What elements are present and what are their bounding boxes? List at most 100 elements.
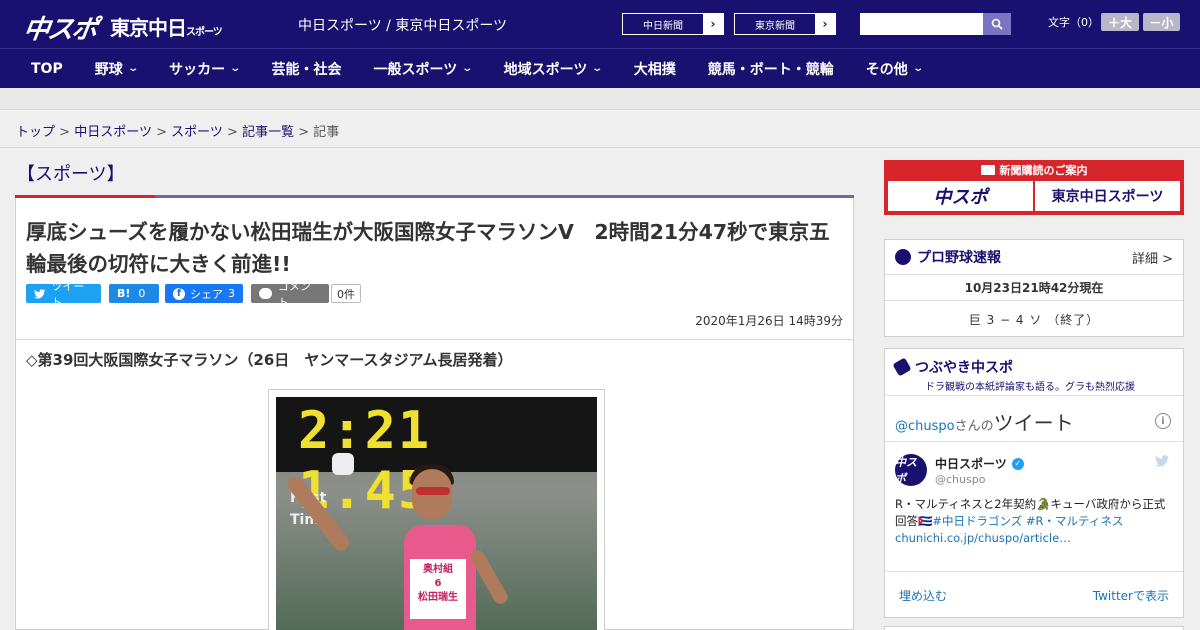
article-divider bbox=[16, 339, 853, 340]
article-lead: ◇第39回大阪国際女子マラソン（26日 ヤンマースタジアム長居発着） bbox=[26, 351, 513, 369]
nav-racing[interactable]: 競馬・ボート・競輪 bbox=[692, 49, 850, 89]
font-smaller-button[interactable]: －小 bbox=[1143, 13, 1180, 31]
bib-line: 奥村組 bbox=[423, 564, 453, 575]
facebook-share-button[interactable]: f シェア 3 bbox=[165, 284, 243, 303]
chunichi-shimbun-link[interactable]: 中日新聞 › bbox=[622, 13, 724, 35]
view-on-twitter-link[interactable]: Twitterで表示 bbox=[1093, 587, 1169, 604]
tokyo-logo-text: 東京中日 bbox=[110, 16, 187, 40]
tweet-label: ツイート bbox=[51, 279, 85, 309]
nav-baseball[interactable]: 野球 ⌄ bbox=[79, 49, 153, 89]
sub-bar bbox=[0, 88, 1200, 110]
nav-entertainment[interactable]: 芸能・社会 bbox=[256, 49, 358, 89]
tokyo-logo-small: スポーツ bbox=[186, 27, 223, 38]
verified-icon: ✓ bbox=[1011, 457, 1024, 470]
avatar[interactable]: 中スポ bbox=[895, 454, 927, 486]
tweet-link[interactable]: chunichi.co.jp/chuspo/article… bbox=[895, 531, 1071, 545]
comment-count: 0件 bbox=[331, 284, 361, 303]
baseball-score[interactable]: 巨 3 − 4 ソ （終了） bbox=[885, 301, 1183, 337]
chevron-down-icon: ⌄ bbox=[591, 63, 604, 74]
baseball-detail-link[interactable]: 詳細 > bbox=[1132, 248, 1173, 267]
section-title: 【スポーツ】 bbox=[17, 164, 125, 185]
hatena-icon: B! bbox=[117, 287, 131, 300]
nav-label: 野球 bbox=[94, 61, 123, 78]
ad-chuspo-logo[interactable]: 中スポ bbox=[888, 181, 1033, 211]
nav-label: 一般スポーツ bbox=[373, 61, 458, 78]
tweet-hashtags[interactable]: #中日ドラゴンズ #R・マルティネス bbox=[932, 514, 1123, 528]
comment-button[interactable]: コメント bbox=[251, 280, 329, 309]
runner-sunglasses bbox=[416, 487, 450, 495]
divider bbox=[885, 441, 1183, 442]
timeline-header: @chuspoさんのツイート bbox=[895, 407, 1074, 436]
breadcrumb-sep: > bbox=[227, 125, 238, 140]
font-size-label: 文字（0） bbox=[1048, 16, 1099, 29]
subscription-ad[interactable]: 新聞購読のご案内 中スポ 東京中日スポーツ bbox=[884, 160, 1184, 215]
nav-sumo[interactable]: 大相撲 bbox=[618, 49, 692, 89]
bib-line: 松田瑞生 bbox=[418, 592, 458, 603]
baseball-icon bbox=[895, 249, 911, 265]
twitter-icon bbox=[34, 288, 46, 298]
tweet-author-name-text: 中日スポーツ bbox=[935, 457, 1007, 471]
nav-top[interactable]: TOP bbox=[0, 49, 79, 89]
article-photo[interactable]: 2:21 1.45 FirstTime 奥村組 6 松田瑞生 bbox=[276, 397, 597, 630]
ext-link-label: 中日新聞 bbox=[643, 20, 683, 32]
comment-bubble-icon bbox=[259, 288, 272, 299]
breadcrumb-divider bbox=[0, 147, 1200, 148]
ad-tokyo-logo[interactable]: 東京中日スポーツ bbox=[1035, 181, 1180, 211]
ad-title-text: 新聞購読のご案内 bbox=[999, 163, 1088, 177]
nav-other[interactable]: その他 ⌄ bbox=[850, 49, 938, 89]
search-icon bbox=[991, 18, 1003, 30]
tokyo-shimbun-link[interactable]: 東京新聞 › bbox=[734, 13, 836, 35]
font-larger-button[interactable]: ＋大 bbox=[1101, 13, 1139, 31]
article-card: 厚底シューズを履かない松田瑞生が大阪国際女子マラソンV 2時間21分47秒で東京… bbox=[15, 198, 854, 630]
twitter-widget: つぶやき中スポ ドラ観戦の本紙評論家も語る。グラも熱烈応援 @chuspoさんの… bbox=[884, 348, 1184, 618]
search-button[interactable] bbox=[983, 13, 1011, 35]
runner-bib: 奥村組 6 松田瑞生 bbox=[410, 559, 466, 619]
nav-label: 競馬・ボート・競輪 bbox=[707, 61, 834, 78]
tweet-button[interactable]: ツイート bbox=[26, 280, 101, 309]
facebook-icon: f bbox=[173, 287, 185, 300]
twitter-widget-subtitle: ドラ観戦の本紙評論家も語る。グラも熱烈応援 bbox=[925, 382, 1135, 393]
tokyo-chunichi-logo[interactable]: 東京中日スポーツ bbox=[110, 12, 223, 41]
ext-link-label: 東京新聞 bbox=[755, 20, 795, 32]
tweet-author-handle[interactable]: @chuspo bbox=[935, 473, 985, 486]
embed-link[interactable]: 埋め込む bbox=[899, 587, 947, 604]
chevron-down-icon: ⌄ bbox=[912, 63, 924, 74]
hatena-count: 0 bbox=[138, 287, 146, 300]
nav-label: 大相撲 bbox=[633, 61, 676, 78]
search-box bbox=[860, 13, 1011, 35]
chevron-right-icon: › bbox=[703, 14, 723, 34]
twitter-bird-icon[interactable] bbox=[1155, 455, 1169, 471]
article-headline: 厚底シューズを履かない松田瑞生が大阪国際女子マラソンV 2時間21分47秒で東京… bbox=[26, 220, 830, 276]
facebook-label: シェア bbox=[190, 287, 223, 301]
nav-soccer[interactable]: サッカー ⌄ bbox=[153, 49, 255, 89]
nav-label: サッカー bbox=[169, 61, 226, 78]
site-links[interactable]: 中日スポーツ / 東京中日スポーツ bbox=[298, 15, 507, 35]
chuspo-logo[interactable]: 中スポ bbox=[21, 9, 98, 46]
timeline-handle-link[interactable]: @chuspo bbox=[895, 419, 955, 434]
article-date: 2020年1月26日 14時39分 bbox=[695, 314, 843, 328]
tweet-author-name[interactable]: 中日スポーツ ✓ bbox=[935, 455, 1024, 472]
breadcrumb-chuspo[interactable]: 中日スポーツ bbox=[74, 125, 152, 140]
nav-label: 芸能・社会 bbox=[271, 61, 342, 78]
search-input[interactable] bbox=[860, 13, 983, 35]
info-icon[interactable]: i bbox=[1155, 413, 1171, 429]
breadcrumb-top[interactable]: トップ bbox=[16, 125, 55, 140]
chevron-down-icon: ⌄ bbox=[229, 63, 242, 74]
bib-line: 6 bbox=[434, 578, 442, 589]
breadcrumb-article-list[interactable]: 記事一覧 bbox=[242, 125, 294, 140]
race-clock: 2:21 1.45 bbox=[276, 397, 597, 521]
divider bbox=[885, 571, 1183, 572]
hatena-bookmark-button[interactable]: B! 0 bbox=[109, 284, 159, 303]
breadcrumb-sep: > bbox=[156, 125, 167, 140]
share-bar: ツイート B! 0 f シェア 3 コメント 0件 bbox=[26, 280, 361, 309]
nav-local-sports[interactable]: 地域スポーツ ⌄ bbox=[488, 49, 618, 89]
twitter-widget-title-text: つぶやき中スポ bbox=[915, 360, 1013, 376]
article-photo-frame: 2:21 1.45 FirstTime 奥村組 6 松田瑞生 bbox=[268, 389, 605, 630]
baseball-update-time: 10月23日21時42分現在 bbox=[885, 275, 1183, 301]
megaphone-icon bbox=[892, 357, 912, 377]
breadcrumb-sports[interactable]: スポーツ bbox=[171, 125, 223, 140]
runner-fist bbox=[332, 453, 354, 475]
nav-general-sports[interactable]: 一般スポーツ ⌄ bbox=[358, 49, 488, 89]
site-links-text: 中日スポーツ / 東京中日スポーツ bbox=[298, 18, 508, 34]
facebook-count: 3 bbox=[228, 287, 235, 300]
